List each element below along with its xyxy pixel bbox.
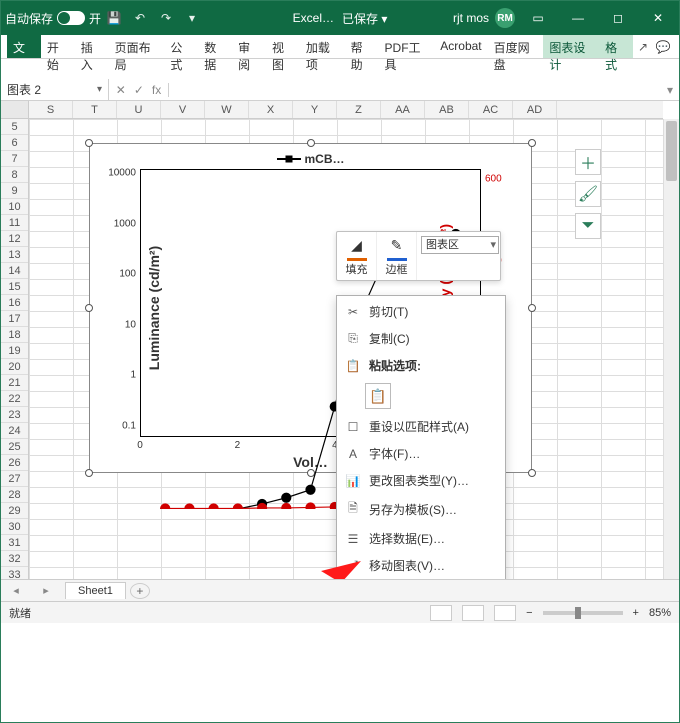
name-box-value: 图表 2 <box>7 81 41 98</box>
chart-element-combo[interactable]: 图表区 <box>421 236 499 254</box>
page-break-view-button[interactable] <box>494 605 516 621</box>
fx-icon[interactable]: fx <box>152 83 161 97</box>
cancel-fx-icon[interactable]: ✕ <box>116 83 126 97</box>
context-menu-item[interactable]: A字体(F)… <box>337 440 505 467</box>
normal-view-button[interactable] <box>430 605 452 621</box>
autosave-label: 自动保存 <box>5 10 53 27</box>
mini-format-toolbar: ◢ 填充 ✎ 边框 图表区 <box>336 231 501 281</box>
tab-formulas[interactable]: 公式 <box>164 35 198 58</box>
expand-formula-icon[interactable]: ▾ <box>661 83 679 97</box>
page-layout-view-button[interactable] <box>462 605 484 621</box>
tab-insert[interactable]: 插入 <box>75 35 109 58</box>
tab-format[interactable]: 格式 <box>599 35 633 58</box>
tab-chart-design[interactable]: 图表设计 <box>543 35 599 58</box>
y-left-ticks: 0.1110100100010000 <box>116 169 138 437</box>
autosave-toggle[interactable]: 自动保存 开 <box>5 10 101 27</box>
ribbon-display-icon[interactable]: ▭ <box>521 1 555 35</box>
select-all-corner[interactable] <box>1 101 29 119</box>
close-icon[interactable]: ✕ <box>641 1 675 35</box>
outline-icon: ✎ <box>391 236 403 256</box>
document-title: Excel… <box>293 11 334 25</box>
resize-handle[interactable] <box>85 139 93 147</box>
zoom-out-button[interactable]: − <box>526 607 532 619</box>
name-box[interactable]: 图表 2▾ <box>1 79 109 100</box>
context-menu-item[interactable]: 📋粘贴选项: <box>337 352 505 379</box>
resize-handle[interactable] <box>307 139 315 147</box>
chart-elements-button[interactable]: ＋ <box>575 149 601 175</box>
context-menu-item[interactable]: ☰选择数据(E)… <box>337 525 505 552</box>
autosave-state: 开 <box>89 10 101 27</box>
formula-bar: 图表 2▾ ✕ ✓ fx ▾ <box>1 79 679 101</box>
context-menu: ✂剪切(T)⎘复制(C)📋粘贴选项: 📋 ☐重设以匹配样式(A)A字体(F)…📊更改… <box>336 295 506 579</box>
user-name: rjt mos <box>453 11 489 25</box>
undo-icon[interactable]: ↶ <box>131 9 149 27</box>
title-bar: 自动保存 开 💾 ↶ ↷ ▾ Excel… 已保存 ▾ rjt mos RM ▭… <box>1 1 679 35</box>
sheet-nav-prev-icon[interactable]: ◂ <box>13 584 19 597</box>
save-state: 已保存 ▾ <box>342 10 387 27</box>
tab-review[interactable]: 审阅 <box>232 35 266 58</box>
zoom-slider[interactable] <box>543 611 623 615</box>
tab-baidu[interactable]: 百度网盘 <box>488 35 544 58</box>
add-sheet-button[interactable]: + <box>130 583 150 599</box>
tab-addins[interactable]: 加载项 <box>300 35 345 58</box>
tab-acrobat[interactable]: Acrobat <box>434 35 487 58</box>
tab-home[interactable]: 开始 <box>41 35 75 58</box>
fill-icon: ◢ <box>351 236 362 256</box>
vertical-scrollbar[interactable] <box>663 119 679 579</box>
fill-button[interactable]: ◢ 填充 <box>337 232 377 280</box>
chart-filters-button[interactable]: ⏷ <box>575 213 601 239</box>
tab-help[interactable]: 帮助 <box>345 35 379 58</box>
resize-handle[interactable] <box>528 469 536 477</box>
share-icon[interactable]: ↗ <box>633 35 653 58</box>
context-menu-item[interactable]: ⤢移动图表(V)… <box>337 552 505 579</box>
resize-handle[interactable] <box>85 304 93 312</box>
status-bar: 就绪 − + 85% <box>1 601 679 623</box>
redo-icon[interactable]: ↷ <box>157 9 175 27</box>
resize-handle[interactable] <box>85 469 93 477</box>
zoom-in-button[interactable]: + <box>633 607 639 619</box>
context-menu-item[interactable]: 🗎另存为模板(S)… <box>337 494 505 525</box>
sheet-nav-next-icon[interactable]: ▸ <box>43 584 49 597</box>
accept-fx-icon[interactable]: ✓ <box>134 83 144 97</box>
column-headers[interactable]: STUVWXYZAAABACAD <box>29 101 663 119</box>
comments-icon[interactable]: 💬 <box>653 35 673 58</box>
chart-side-tools: ＋ 🖌 ⏷ <box>575 149 603 245</box>
sheet-tab[interactable]: Sheet1 <box>65 582 126 599</box>
resize-handle[interactable] <box>528 304 536 312</box>
avatar[interactable]: RM <box>495 8 515 28</box>
qat-more-icon[interactable]: ▾ <box>183 9 201 27</box>
context-menu-item[interactable]: ☐重设以匹配样式(A) <box>337 413 505 440</box>
tab-data[interactable]: 数据 <box>198 35 232 58</box>
border-button[interactable]: ✎ 边框 <box>377 232 417 280</box>
save-icon[interactable]: 💾 <box>105 9 123 27</box>
tab-pdf[interactable]: PDF工具 <box>379 35 435 58</box>
tab-file[interactable]: 文件 <box>7 35 41 58</box>
app-window: 自动保存 开 💾 ↶ ↷ ▾ Excel… 已保存 ▾ rjt mos RM ▭… <box>0 0 680 723</box>
paste-option-button[interactable]: 📋 <box>365 383 391 409</box>
status-ready: 就绪 <box>9 605 31 621</box>
tab-page-layout[interactable]: 页面布局 <box>109 35 165 58</box>
context-menu-item[interactable]: ⎘复制(C) <box>337 325 505 352</box>
resize-handle[interactable] <box>528 139 536 147</box>
tab-view[interactable]: 视图 <box>266 35 300 58</box>
context-menu-item[interactable]: ✂剪切(T) <box>337 298 505 325</box>
row-headers[interactable]: 5678910111213141516171819202122232425262… <box>1 119 29 579</box>
ribbon: 文件 开始 插入 页面布局 公式 数据 审阅 视图 加载项 帮助 PDF工具 A… <box>1 35 679 59</box>
zoom-level[interactable]: 85% <box>649 607 671 619</box>
worksheet-area: STUVWXYZAAABACAD 56789101112131415161718… <box>1 101 679 579</box>
chart-styles-button[interactable]: 🖌 <box>575 181 601 207</box>
sheet-tab-bar: ◂ ▸ Sheet1 + <box>1 579 679 601</box>
chart-legend: mCB… <box>276 152 344 166</box>
context-menu-item[interactable]: 📊更改图表类型(Y)… <box>337 467 505 494</box>
maximize-icon[interactable]: ◻ <box>601 1 635 35</box>
minimize-icon[interactable]: — <box>561 1 595 35</box>
